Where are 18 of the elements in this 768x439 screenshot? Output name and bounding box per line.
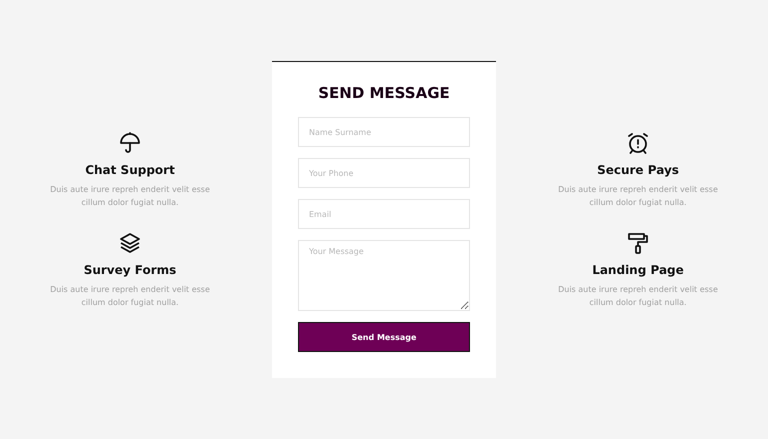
paint-roller-icon (626, 230, 650, 254)
feature-description: Duis aute irure repreh enderit velit esse cillum dolor fugiat nulla. (557, 284, 719, 308)
input-field[interactable]: Name Surname (298, 117, 470, 147)
layers-icon (118, 230, 142, 254)
alarm-clock-icon (626, 130, 650, 154)
message-field[interactable]: Your Message (298, 240, 470, 311)
feature-description: Duis aute irure repreh enderit velit esse cillum dolor fugiat nulla. (49, 284, 211, 308)
form-title: SEND MESSAGE (317, 84, 451, 102)
feature-description: Duis aute irure repreh enderit velit esse cillum dolor fugiat nulla. (49, 184, 211, 208)
feature-title: Secure Pays (597, 162, 679, 176)
input-field[interactable]: Your Phone (298, 158, 470, 188)
send-button[interactable]: Send Message (298, 322, 470, 352)
feature-description: Duis aute irure repreh enderit velit esse cillum dolor fugiat nulla. (557, 184, 719, 208)
umbrella-icon (118, 130, 142, 154)
feature-title: Landing Page (592, 262, 684, 276)
input-field[interactable]: Email (298, 199, 470, 229)
feature-title: Chat Support (85, 162, 175, 176)
feature-title: Survey Forms (84, 262, 176, 276)
